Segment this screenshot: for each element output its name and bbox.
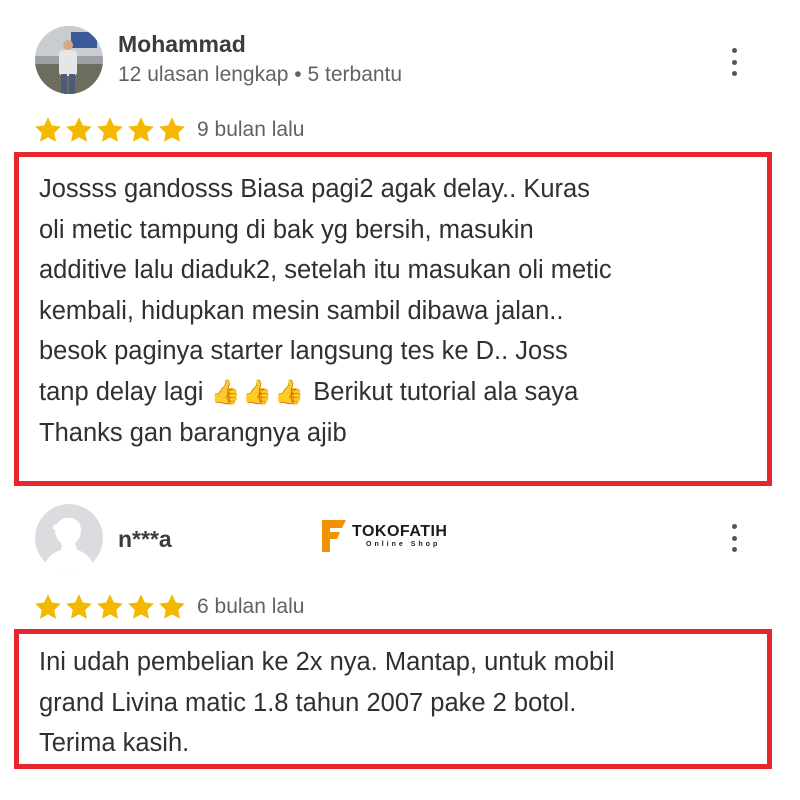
reviewer-meta: 12 ulasan lengkap • 5 terbantu <box>118 63 403 86</box>
star-icon <box>35 117 61 142</box>
star-icon <box>97 117 123 142</box>
review-text-highlight: Ini udah pembelian ke 2x nya. Mantap, un… <box>14 629 772 769</box>
watermark-title: TOKOFATIH <box>352 522 448 540</box>
reviewer-name[interactable]: n***a <box>118 526 172 553</box>
avatar[interactable] <box>35 504 103 572</box>
reviewer-name[interactable]: Mohammad <box>118 31 246 58</box>
tokofatih-logo-icon <box>322 520 346 552</box>
star-rating <box>33 115 187 145</box>
star-icon <box>66 594 92 619</box>
star-icon <box>128 594 154 619</box>
thumbs-up-icon: 👍👍👍 <box>210 378 307 406</box>
rating-row: 9 bulan lalu <box>33 115 304 145</box>
star-icon <box>35 594 61 619</box>
star-icon <box>128 117 154 142</box>
user-photo <box>35 26 103 94</box>
rating-row: 6 bulan lalu <box>33 592 304 622</box>
star-icon <box>66 117 92 142</box>
review-card-2: n***a TOKOFATIH Online Shop 6 bulan lalu… <box>0 490 800 800</box>
review-text-highlight: Jossss gandosss Biasa pagi2 agak delay..… <box>14 152 772 486</box>
star-icon <box>159 594 185 619</box>
avatar[interactable] <box>35 26 103 94</box>
watermark-subtitle: Online Shop <box>366 540 441 548</box>
review-text: Ini udah pembelian ke 2x nya. Mantap, un… <box>39 648 615 757</box>
default-avatar-icon <box>35 504 103 572</box>
star-rating <box>33 592 187 622</box>
review-date: 9 bulan lalu <box>197 118 305 141</box>
review-text: Jossss gandosss Biasa pagi2 agak delay..… <box>39 169 612 454</box>
more-options-icon[interactable] <box>722 518 746 558</box>
star-icon <box>159 117 185 142</box>
more-options-icon[interactable] <box>722 42 746 82</box>
review-date: 6 bulan lalu <box>197 595 305 618</box>
review-card-1: Mohammad 12 ulasan lengkap • 5 terbantu … <box>0 0 800 490</box>
review-text-part: Jossss gandosss Biasa pagi2 agak delay..… <box>39 175 612 406</box>
star-icon <box>97 594 123 619</box>
watermark-logo: TOKOFATIH Online Shop <box>320 518 447 554</box>
